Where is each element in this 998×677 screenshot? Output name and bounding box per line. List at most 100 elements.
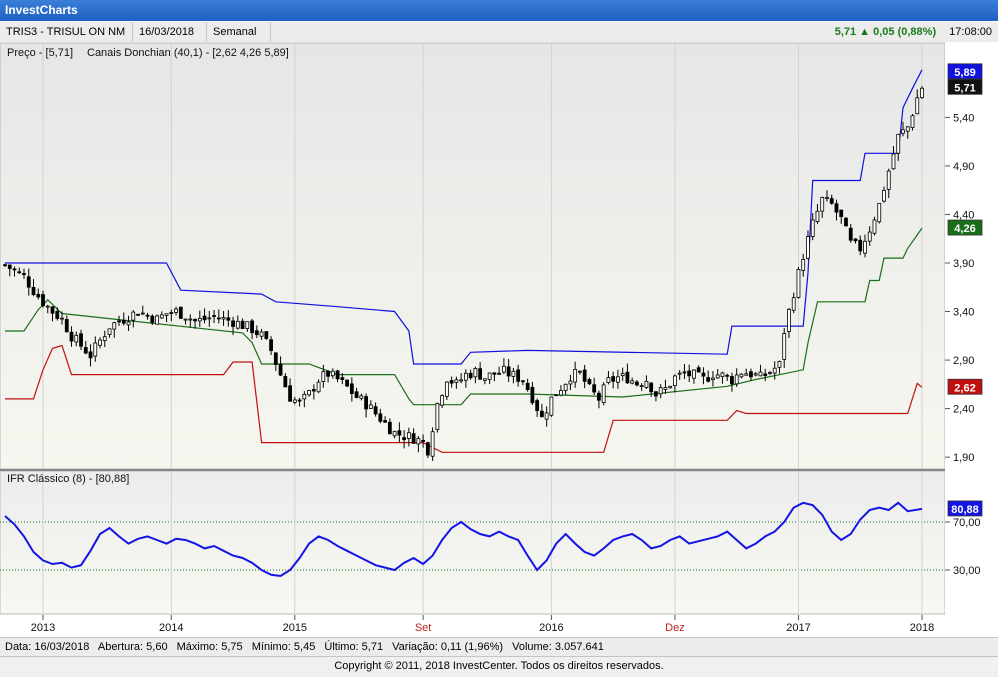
candle-body: [848, 227, 853, 241]
candle-body: [559, 390, 563, 396]
candle-body: [74, 334, 79, 343]
candle-body: [392, 431, 397, 437]
candle-body: [250, 320, 254, 334]
candle-body: [511, 370, 516, 377]
candle-body: [17, 271, 22, 274]
candle-body: [216, 317, 221, 320]
candle-body: [644, 380, 649, 388]
candle-body: [620, 373, 625, 377]
donchian-legend: Canais Donchian (40,1) - [2,62 4,26 5,89…: [87, 47, 289, 59]
candle-body: [259, 331, 264, 337]
candle-body: [292, 399, 297, 403]
candle-body: [26, 276, 31, 288]
candle-body: [915, 97, 920, 115]
candle-body: [131, 311, 136, 321]
candle-body: [544, 412, 549, 420]
candle-body: [335, 370, 340, 380]
candle-body: [568, 380, 573, 385]
candle-body: [920, 87, 924, 99]
candle-body: [658, 387, 663, 395]
rsi-panel[interactable]: [0, 470, 946, 615]
candle-body: [107, 328, 112, 335]
candle-body: [696, 367, 701, 373]
x-tick-label: 2016: [539, 622, 563, 634]
candle-body: [444, 381, 449, 397]
x-tick-label: Set: [415, 622, 432, 634]
candle-body: [501, 365, 506, 373]
price-legend: Preço - [5,71]: [7, 47, 73, 59]
candle-body: [715, 374, 720, 379]
candle-body: [492, 372, 497, 375]
candle-body: [801, 259, 806, 271]
candle-body: [12, 268, 17, 271]
candle-body: [226, 317, 231, 321]
rsi-tick-label: 70,00: [953, 517, 981, 529]
candle-body: [136, 313, 140, 316]
x-tick-label: 2017: [786, 622, 810, 634]
candle-body: [858, 239, 863, 252]
candle-body: [478, 368, 483, 380]
candle-body: [791, 297, 796, 311]
candle-body: [815, 210, 820, 222]
candle-body: [901, 129, 905, 134]
candle-body: [539, 410, 544, 418]
candle-body: [882, 190, 886, 202]
date-field[interactable]: 16/03/2018: [133, 22, 207, 42]
candle-body: [473, 368, 478, 378]
candle-body: [22, 273, 26, 275]
candle-body: [834, 203, 839, 213]
x-tick-label: Dez: [665, 622, 685, 634]
upper-channel-tag-text: 5,89: [954, 67, 975, 79]
symbol-field[interactable]: TRIS3 - TRISUL ON NM: [0, 22, 133, 42]
status-volume: Volume: 3.057.641: [512, 641, 604, 653]
candle-body: [406, 432, 411, 439]
status-high: Máximo: 5,75: [176, 641, 243, 653]
app-title-bar: InvestCharts: [0, 0, 998, 21]
candle-body: [725, 374, 730, 377]
candle-body: [744, 373, 749, 376]
candle-body: [654, 391, 658, 397]
candle-body: [202, 315, 207, 321]
candle-body: [497, 372, 502, 375]
candle-body: [753, 373, 758, 376]
rsi-legend: IFR Clássico (8) - [80,88]: [7, 473, 129, 485]
candle-body: [69, 331, 74, 342]
candle-body: [397, 430, 402, 436]
period-field[interactable]: Semanal: [207, 22, 271, 42]
rsi-last-tag-text: 80,88: [951, 504, 979, 516]
candle-body: [188, 318, 193, 321]
candle-body: [872, 219, 877, 234]
candle-body: [64, 319, 69, 333]
candle-body: [768, 372, 772, 374]
candle-body: [454, 379, 459, 383]
candle-body: [563, 383, 568, 391]
candle-body: [758, 371, 763, 377]
candle-body: [416, 438, 421, 445]
candle-body: [592, 384, 597, 393]
candle-body: [468, 372, 473, 379]
price-change: 5,71 ▲ 0,05 (0,88%): [834, 26, 937, 38]
app-title: InvestCharts: [5, 3, 78, 17]
footer: Copyright © 2011, 2018 InvestCenter. Tod…: [0, 656, 998, 677]
candle-body: [910, 115, 915, 128]
candle-body: [587, 379, 592, 385]
x-tick-label: 2014: [159, 622, 183, 634]
lower-channel-tag-text: 2,62: [954, 382, 975, 394]
candle-body: [673, 375, 677, 386]
candle-body: [730, 376, 734, 385]
candle-body: [88, 351, 93, 359]
candle-body: [221, 317, 226, 320]
candle-body: [682, 371, 687, 374]
candle-body: [79, 333, 83, 347]
candle-body: [359, 395, 364, 399]
candle-body: [806, 236, 810, 259]
candle-body: [853, 238, 858, 242]
candle-body: [41, 294, 45, 307]
chart-area[interactable]: 2013 2014 2015 Set 2016 Dez 2017 2018 5,40 4,90 4…: [0, 42, 998, 637]
candle-body: [174, 308, 178, 313]
candle-body: [50, 306, 55, 314]
candle-body: [349, 383, 354, 394]
rsi-tick-label: 30,00: [953, 565, 981, 577]
candle-body: [387, 421, 392, 435]
candle-body: [516, 369, 521, 382]
